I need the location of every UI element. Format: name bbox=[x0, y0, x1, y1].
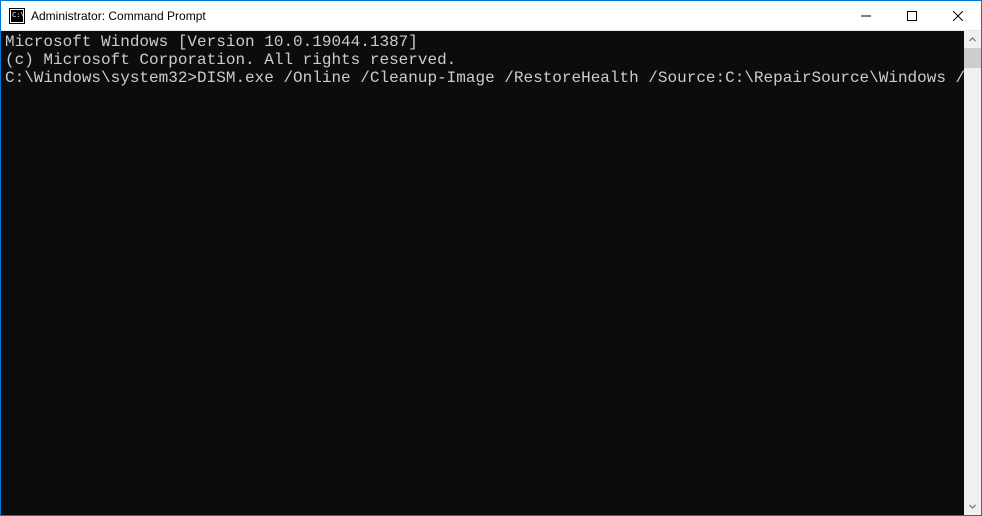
vertical-scrollbar[interactable] bbox=[964, 31, 981, 515]
terminal-output-line: Microsoft Windows [Version 10.0.19044.13… bbox=[5, 33, 964, 51]
maximize-button[interactable] bbox=[889, 1, 935, 30]
close-button[interactable] bbox=[935, 1, 981, 30]
terminal-output-line: (c) Microsoft Corporation. All rights re… bbox=[5, 51, 964, 69]
terminal-prompt-line: C:\Windows\system32>DISM.exe /Online /Cl… bbox=[5, 69, 964, 87]
scroll-track[interactable] bbox=[964, 48, 981, 498]
window-controls bbox=[843, 1, 981, 30]
svg-text:C:\: C:\ bbox=[12, 11, 25, 19]
terminal-prompt: C:\Windows\system32> bbox=[5, 69, 197, 87]
maximize-icon bbox=[907, 11, 917, 21]
terminal-command: DISM.exe /Online /Cleanup-Image /Restore… bbox=[197, 69, 964, 87]
minimize-button[interactable] bbox=[843, 1, 889, 30]
window-title: Administrator: Command Prompt bbox=[31, 9, 843, 23]
terminal[interactable]: Microsoft Windows [Version 10.0.19044.13… bbox=[1, 31, 964, 515]
cmd-icon: C:\ bbox=[9, 8, 25, 24]
titlebar[interactable]: C:\ Administrator: Command Prompt bbox=[1, 1, 981, 31]
chevron-up-icon bbox=[969, 36, 976, 43]
chevron-down-icon bbox=[969, 503, 976, 510]
minimize-icon bbox=[861, 11, 871, 21]
terminal-container: Microsoft Windows [Version 10.0.19044.13… bbox=[1, 31, 981, 515]
command-prompt-window: C:\ Administrator: Command Prompt bbox=[1, 1, 981, 515]
close-icon bbox=[953, 11, 963, 21]
scroll-thumb[interactable] bbox=[964, 48, 981, 68]
scroll-up-button[interactable] bbox=[964, 31, 981, 48]
scroll-down-button[interactable] bbox=[964, 498, 981, 515]
